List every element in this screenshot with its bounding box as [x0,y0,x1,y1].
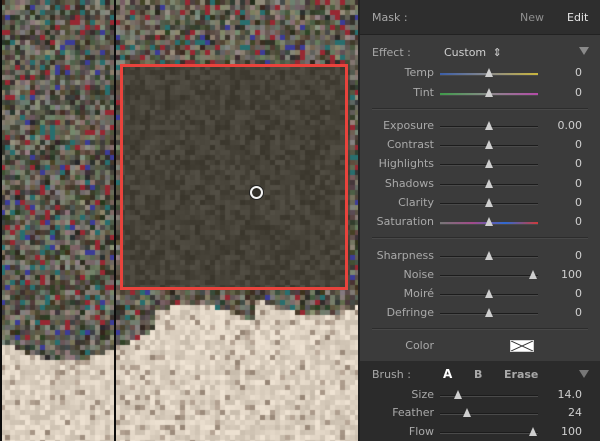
slider-value-saturation[interactable]: 0 [542,215,582,228]
slider-label-temp: Temp [404,66,434,79]
effect-preset-value: Custom [444,46,487,59]
slider-label-shadows: Shadows [384,177,434,190]
adjustment-brush-area-highlight [120,64,348,290]
slider-value-sharpness[interactable]: 0 [542,249,582,262]
brush-slider-thumb-flow[interactable] [529,427,538,436]
brush-slider-track-flow[interactable] [440,432,538,434]
brush-slider-thumb-feather[interactable] [463,408,472,417]
slider-thumb-exposure[interactable] [485,121,493,130]
mask-edit-button[interactable]: Edit [567,11,588,24]
slider-thumb-moire[interactable] [485,289,493,298]
slider-label-contrast: Contrast [386,138,434,151]
slider-label-exposure: Exposure [383,119,434,132]
brush-slider-value-size[interactable]: 14.0 [542,388,583,401]
mask-header: Mask : New Edit [360,0,600,35]
slider-value-noise[interactable]: 100 [542,268,582,281]
slider-value-exposure[interactable]: 0.00 [542,119,583,132]
brush-a-button[interactable]: A [443,367,452,381]
slider-thumb-defringe[interactable] [485,308,493,317]
slider-label-saturation: Saturation [376,215,434,228]
adjustment-brush-pin[interactable] [250,186,263,199]
brush-b-button[interactable]: B [474,368,482,381]
slider-thumb-saturation[interactable] [485,217,493,226]
divider [372,328,588,330]
brush-erase-button[interactable]: Erase [504,368,538,381]
color-label: Color [405,339,434,352]
mask-new-button[interactable]: New [520,11,544,24]
dropdown-arrow-icon: ⇕ [492,46,502,59]
slider-value-defringe[interactable]: 0 [542,306,582,319]
brush-collapse-triangle-icon[interactable] [579,370,589,378]
brush-slider-label-flow: Flow [408,425,434,438]
slider-value-contrast[interactable]: 0 [542,138,582,151]
slider-thumb-highlights[interactable] [485,159,493,168]
brush-slider-value-flow[interactable]: 100 [542,425,582,438]
slider-value-clarity[interactable]: 0 [542,196,582,209]
brush-slider-track-feather[interactable] [440,413,538,415]
effect-label: Effect : [372,46,411,59]
color-swatch[interactable] [510,340,534,352]
slider-label-clarity: Clarity [398,196,434,209]
slider-thumb-contrast[interactable] [485,140,493,149]
slider-label-defringe: Defringe [386,306,434,319]
slider-value-temp[interactable]: 0 [542,66,582,79]
slider-thumb-clarity[interactable] [485,198,493,207]
slider-value-tint[interactable]: 0 [542,86,582,99]
slider-thumb-sharpness[interactable] [485,251,493,260]
slider-label-moire: Moiré [403,287,434,300]
slider-thumb-temp[interactable] [485,68,493,77]
slider-value-shadows[interactable]: 0 [542,177,582,190]
frame-divider-middle [114,0,116,441]
collapse-triangle-icon[interactable] [579,47,589,55]
slider-value-highlights[interactable]: 0 [542,157,582,170]
slider-value-moire[interactable]: 0 [542,287,582,300]
brush-slider-label-size: Size [411,388,434,401]
slider-thumb-tint[interactable] [485,88,493,97]
slider-label-sharpness: Sharpness [376,249,434,262]
slider-label-highlights: Highlights [378,157,434,170]
slider-label-noise: Noise [403,268,434,281]
brush-slider-label-feather: Feather [392,406,434,419]
slider-label-tint: Tint [413,86,434,99]
frame-divider-left [0,0,2,441]
effect-preset-dropdown[interactable]: Custom ⇕ [444,46,502,59]
divider [372,237,588,239]
slider-thumb-noise[interactable] [529,270,538,279]
adjustment-brush-panel: Mask : New Edit Effect : Custom ⇕ Temp 0 T… [358,0,600,441]
slider-track-noise[interactable] [440,275,538,277]
slider-thumb-shadows[interactable] [485,179,493,188]
brush-label: Brush : [372,368,411,381]
brush-slider-thumb-size[interactable] [453,390,462,399]
brush-slider-value-feather[interactable]: 24 [542,406,582,419]
mask-label: Mask : [372,11,408,24]
divider [372,108,588,110]
photo-canvas[interactable] [0,0,358,441]
